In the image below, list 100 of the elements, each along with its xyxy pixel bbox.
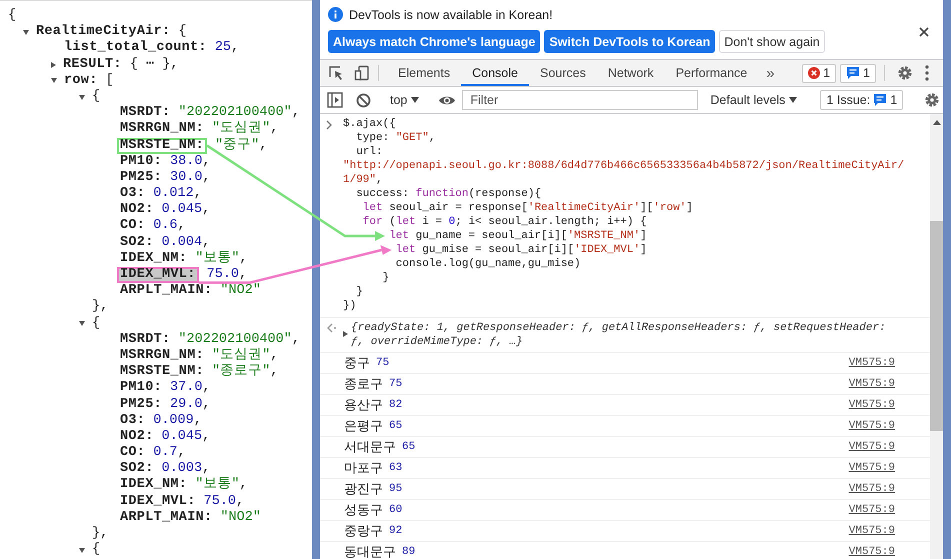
source-link[interactable]: VM575:9 <box>848 483 895 495</box>
source-link[interactable]: VM575:9 <box>848 525 895 537</box>
source-link[interactable]: VM575:9 <box>848 504 895 516</box>
settings-icon[interactable] <box>924 92 940 108</box>
json-value: "NO2" <box>220 510 261 526</box>
expand-toggle-icon[interactable] <box>343 331 348 337</box>
source-link[interactable]: VM575:9 <box>848 441 895 453</box>
more-options-icon[interactable] <box>925 65 929 81</box>
json-value: 0.045 <box>162 202 202 218</box>
code-line: let seoul_air = response['RealtimeCityAir']['row'] <box>362 201 694 215</box>
source-link[interactable]: VM575:9 <box>848 378 895 390</box>
comma: , <box>202 154 211 170</box>
json-value: 0.009 <box>153 412 194 429</box>
source-link[interactable]: VM575:9 <box>848 357 895 369</box>
more-tabs-button[interactable]: » <box>766 64 775 82</box>
log-value: 82 <box>389 399 402 411</box>
code-line: } <box>382 271 390 285</box>
scrollbar-thumb[interactable] <box>930 221 943 431</box>
json-key: MSRRGN_NM: <box>120 121 204 138</box>
panel-tab[interactable]: Elements <box>387 60 462 86</box>
comma: , <box>292 332 300 348</box>
log-name: 용산구 <box>344 397 383 414</box>
log-value: 75 <box>389 378 402 390</box>
scrollbar[interactable] <box>930 114 943 559</box>
log-value: 75 <box>376 357 390 369</box>
sidebar-toggle-icon[interactable] <box>327 92 343 108</box>
inspect-icon[interactable] <box>328 65 344 81</box>
expand-toggle-icon[interactable] <box>51 78 57 84</box>
json-key: SO2: <box>120 234 154 251</box>
json-value: 0.6 <box>153 218 178 235</box>
comma: , <box>202 170 211 186</box>
expand-toggle-icon[interactable] <box>79 321 85 326</box>
settings-icon[interactable] <box>897 65 913 81</box>
panel-tab[interactable]: Sources <box>528 60 597 86</box>
source-link[interactable]: VM575:9 <box>848 462 895 474</box>
comma: , <box>270 121 278 138</box>
expand-toggle-icon[interactable] <box>51 62 56 68</box>
panel-tab[interactable]: Performance <box>664 60 758 86</box>
log-value: 60 <box>389 504 402 516</box>
code-line: "http://openapi.seoul.go.kr:8088/6d4d776b466c656533356a4b4b5872/json/RealtimeCityAir/ <box>343 159 904 173</box>
json-value: 25 <box>214 40 232 57</box>
message-count-button[interactable]: 1 <box>840 64 876 82</box>
json-value: "보통" <box>195 250 240 268</box>
bracket: { <box>8 8 16 24</box>
message-icon <box>846 66 860 80</box>
json-key: MSRSTE_NM: <box>117 138 208 154</box>
json-key: PM10: <box>120 154 162 170</box>
info-icon <box>328 7 343 22</box>
json-value: 0.003 <box>162 461 202 477</box>
log-value: 95 <box>389 483 402 495</box>
panel-tab[interactable]: Network <box>596 60 665 86</box>
message-icon <box>873 93 888 107</box>
expand-toggle-icon[interactable] <box>79 548 85 553</box>
json-value: 0.012 <box>153 186 194 202</box>
clear-console-icon[interactable] <box>356 92 371 108</box>
code-line: }) <box>343 299 358 313</box>
json-value: "도심권" <box>212 348 270 364</box>
close-icon[interactable] <box>919 27 929 37</box>
bracket: { <box>92 542 100 558</box>
filter-input[interactable]: Filter <box>462 90 698 110</box>
json-value: 30.0 <box>170 170 202 186</box>
log-value: 89 <box>402 546 416 558</box>
json-key: PM10: <box>120 380 162 397</box>
comma: , <box>202 396 211 413</box>
log-levels-dropdown[interactable]: Default levels <box>704 92 804 108</box>
code-line: type: "GET", <box>355 131 436 145</box>
comma: , <box>202 380 211 397</box>
caret-icon <box>411 97 420 103</box>
infobar-button[interactable]: Switch DevTools to Korean <box>544 30 716 53</box>
json-key: IDEX_MVL: <box>120 494 196 510</box>
json-value[interactable]: { ⋯ } <box>130 56 170 73</box>
json-key: row: <box>64 72 98 89</box>
expand-toggle-icon[interactable] <box>23 30 29 35</box>
infobar-message: DevTools is now available in Korean! <box>349 8 553 22</box>
source-link[interactable]: VM575:9 <box>848 546 895 558</box>
comma: , <box>202 428 210 446</box>
json-value: 75.0 <box>204 494 236 510</box>
json-key: CO: <box>120 445 146 462</box>
json-key: O3: <box>120 412 146 429</box>
json-key: NO2: <box>120 202 154 218</box>
source-link[interactable]: VM575:9 <box>848 420 895 432</box>
issues-button[interactable]: 1 Issue: 1 <box>820 90 904 110</box>
log-name: 서대문구 <box>344 439 396 456</box>
json-key: MSRDT: <box>120 332 170 348</box>
infobar-button[interactable]: Don't show again <box>719 30 825 53</box>
json-value: "종로구" <box>212 364 270 380</box>
comma: , <box>194 412 202 429</box>
log-name: 중랑구 <box>344 523 383 540</box>
expand-toggle-icon[interactable] <box>79 94 85 100</box>
device-toggle-icon[interactable] <box>354 65 370 81</box>
source-link[interactable]: VM575:9 <box>848 399 895 411</box>
result-object[interactable]: {readyState: 1, getResponseHeader: ƒ, getAllResponseHeaders: ƒ, setRequestHeader: ƒ, overrideMimeType: ƒ, …} <box>351 321 897 349</box>
comma: , <box>202 461 210 477</box>
error-count-button[interactable]: 1 <box>802 64 836 82</box>
json-key: NO2: <box>120 428 154 446</box>
bracket: [ <box>106 72 114 89</box>
context-dropdown[interactable]: top <box>388 93 422 107</box>
infobar-button[interactable]: Always match Chrome's language <box>328 30 540 53</box>
code-line: for (let i = 0; i< seoul_air.length; i++) { <box>362 215 648 229</box>
comma: , <box>170 56 178 73</box>
